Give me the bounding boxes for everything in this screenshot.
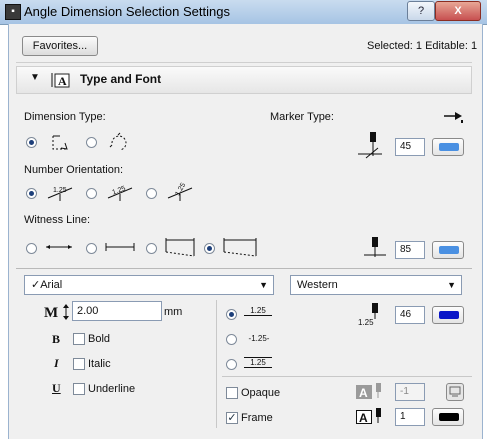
text-color-button[interactable]	[432, 306, 464, 324]
dimension-type-linear-icon	[50, 131, 72, 156]
bold-label: Bold	[88, 333, 111, 345]
svg-text:M: M	[44, 305, 58, 321]
underline-icon: U	[52, 381, 61, 395]
svg-text:1.25: 1.25	[111, 185, 126, 196]
witness-color-button[interactable]	[432, 241, 464, 259]
witness-line-radio-1[interactable]	[26, 243, 37, 254]
witness-pen-field[interactable]: 85	[395, 241, 425, 259]
close-button[interactable]: X	[435, 1, 481, 21]
witness-line-radio-2[interactable]	[86, 243, 97, 254]
svg-text:1.25: 1.25	[174, 182, 187, 197]
text-format-above-line: 1.25	[244, 306, 272, 316]
witness-long-icon	[164, 236, 196, 261]
svg-text:A: A	[58, 74, 67, 88]
text-size-icon: M	[44, 304, 70, 323]
opaque-label: Opaque	[241, 387, 281, 399]
font-script-value: Western	[297, 279, 338, 291]
dimension-type-arc-icon	[108, 131, 130, 156]
collapse-triangle-icon[interactable]: ▼	[30, 72, 40, 83]
number-orientation-label: Number Orientation:	[24, 164, 124, 176]
svg-text:1.25: 1.25	[53, 187, 67, 194]
frame-checkbox[interactable]: ✓	[226, 412, 238, 424]
font-family-select[interactable]: ✓Arial ▼	[24, 275, 274, 295]
frame-color-button[interactable]	[432, 408, 464, 426]
opaque-fill-icon: A	[356, 383, 386, 404]
underline-checkbox[interactable]	[73, 383, 85, 395]
underline-label: Underline	[88, 383, 136, 395]
window-title: Angle Dimension Selection Settings	[24, 4, 230, 19]
number-orientation-radio-3[interactable]	[146, 188, 157, 199]
monitor-icon	[449, 386, 461, 397]
opaque-pen-field[interactable]: -1	[395, 383, 425, 401]
svg-text:A: A	[359, 386, 368, 400]
chevron-down-icon: ▼	[259, 280, 268, 290]
marker-type-label: Marker Type:	[270, 111, 334, 123]
svg-text:A: A	[359, 411, 368, 425]
marker-arrow-icon[interactable]	[444, 110, 464, 127]
text-pen-field[interactable]: 46	[395, 306, 425, 324]
orientation-vertical-icon: 1.25	[166, 182, 194, 205]
bold-icon: B	[52, 332, 61, 346]
opaque-color-button[interactable]	[446, 383, 464, 401]
marker-color-swatch	[439, 143, 459, 151]
text-format-radio-3[interactable]	[226, 359, 237, 370]
witness-preview-icon	[362, 235, 388, 264]
orientation-aligned-icon: 1.25	[106, 182, 134, 205]
witness-full-icon	[222, 236, 258, 261]
favorites-button[interactable]: Favorites...	[22, 36, 98, 56]
witness-color-swatch	[439, 246, 459, 254]
vertical-divider	[216, 300, 217, 428]
help-button[interactable]: ?	[407, 1, 435, 21]
dimension-type-radio-2[interactable]	[86, 137, 97, 148]
witness-short-icon	[104, 240, 136, 257]
font-size-field[interactable]: 2.00	[72, 301, 162, 321]
text-format-radio-2[interactable]	[226, 334, 237, 345]
text-color-swatch	[439, 311, 459, 319]
marker-preview-icon	[356, 130, 384, 163]
font-size-unit: mm	[164, 306, 183, 318]
witness-line-radio-3[interactable]	[146, 243, 157, 254]
text-format-radio-1[interactable]	[226, 309, 237, 320]
panel-title: Type and Font	[80, 72, 162, 86]
witness-line-radio-4[interactable]	[204, 243, 215, 254]
text-format-inline: -1.25-	[248, 334, 270, 343]
app-icon: ▪	[5, 4, 21, 20]
marker-color-button[interactable]	[432, 138, 464, 156]
frame-label: Frame	[241, 412, 273, 424]
frame-text-icon: A	[356, 408, 386, 429]
divider	[222, 376, 472, 377]
marker-size-field[interactable]: 45	[395, 138, 425, 156]
italic-checkbox[interactable]	[73, 358, 85, 370]
opaque-checkbox[interactable]	[226, 387, 238, 399]
italic-icon: I	[54, 356, 59, 370]
witness-none-icon	[44, 240, 74, 257]
orientation-horizontal-icon: 1.25	[46, 182, 74, 205]
text-font-icon: A	[51, 70, 72, 91]
dimension-type-label: Dimension Type:	[24, 111, 106, 123]
font-family-value: ✓Arial	[31, 279, 63, 291]
divider	[16, 268, 472, 269]
number-orientation-radio-1[interactable]	[26, 188, 37, 199]
bold-checkbox[interactable]	[73, 333, 85, 345]
frame-color-swatch	[439, 413, 459, 421]
witness-line-label: Witness Line:	[24, 214, 91, 226]
frame-pen-field[interactable]: 1	[395, 408, 425, 426]
number-orientation-radio-2[interactable]	[86, 188, 97, 199]
dimension-type-radio-1[interactable]	[26, 137, 37, 148]
font-script-select[interactable]: Western ▼	[290, 275, 462, 295]
chevron-down-icon: ▼	[447, 280, 456, 290]
divider	[16, 62, 472, 63]
text-format-boxed: 1.25	[244, 357, 272, 368]
text-pen-sample: 1.25	[358, 318, 374, 327]
italic-label: Italic	[88, 358, 111, 370]
selection-info: Selected: 1 Editable: 1	[367, 40, 478, 52]
